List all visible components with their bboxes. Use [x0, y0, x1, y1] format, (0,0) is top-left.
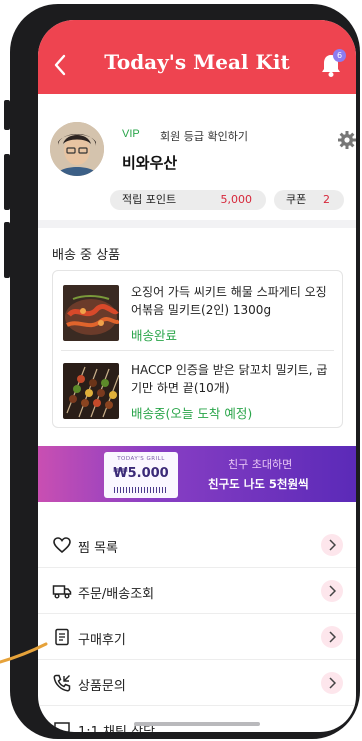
product-image-seafood [63, 285, 119, 341]
coupon-pill[interactable]: 쿠폰 2 [274, 190, 344, 210]
menu-label: 주문/배송조회 [78, 587, 155, 602]
menu-label: 찜 목록 [78, 541, 119, 556]
points-value: 5,000 [220, 193, 253, 206]
chevron-right-icon [321, 534, 343, 556]
shipping-card: 오징어 가득 씨키트 해물 스파게티 오징어볶음 밀키트(2인) 1300g 배… [52, 270, 343, 428]
app-header: Today's Meal Kit 6 [38, 20, 356, 94]
app-title: Today's Meal Kit [104, 50, 290, 74]
username: 비와우산 [122, 154, 178, 172]
chevron-right-icon [321, 672, 343, 694]
heart-icon [53, 537, 71, 554]
coupon-ticket: TODAY'S GRILL ₩5.000 [104, 452, 178, 498]
ticket-label: TODAY'S GRILL [117, 456, 165, 462]
shipping-item[interactable]: HACCP 인증을 받은 닭꼬치 밀키트, 굽기만 하면 끝(10개) 배송중(… [63, 361, 333, 421]
truck-icon [52, 585, 72, 599]
volume-up-button [4, 154, 10, 210]
shipping-item[interactable]: 오징어 가득 씨키트 해물 스파게티 오징어볶음 밀키트(2인) 1300g 배… [63, 283, 333, 343]
mute-switch [4, 100, 10, 130]
menu-label: 상품문의 [78, 679, 126, 694]
home-indicator [134, 722, 260, 726]
invite-friend-banner[interactable]: TODAY'S GRILL ₩5.000 친구 초대하면 친구도 나도 5천원씩 [38, 446, 356, 502]
grade-check-link[interactable]: 회원 등급 확인하기 [160, 128, 248, 144]
barcode-icon [114, 487, 168, 493]
card-divider [61, 350, 334, 351]
menu-item-reviews[interactable]: 구매후기 [38, 614, 356, 660]
phone-frame: Today's Meal Kit 6 VIP 회원 등급 확인하기 비와우산 적… [4, 4, 360, 739]
decorative-curve [0, 642, 48, 664]
banner-title: 친구도 나도 5천원씩 [208, 477, 309, 491]
tier-badge: VIP [122, 128, 140, 140]
chevron-right-icon [321, 580, 343, 602]
settings-button[interactable] [337, 130, 356, 150]
phone-icon [53, 674, 71, 692]
notification-badge: 6 [333, 49, 346, 62]
chat-icon [54, 722, 70, 732]
avatar-photo [50, 122, 104, 176]
volume-down-button [4, 222, 10, 278]
menu-item-inquiry[interactable]: 상품문의 [38, 660, 356, 706]
coupon-label: 쿠폰 [286, 193, 307, 206]
gear-icon [338, 131, 356, 149]
product-name: 오징어 가득 씨키트 해물 스파게티 오징어볶음 밀키트(2인) 1300g [131, 285, 327, 317]
menu-label: 구매후기 [78, 633, 126, 648]
shipping-section-title: 배송 중 상품 [52, 248, 121, 263]
section-divider [38, 220, 356, 228]
product-status: 배송중(오늘 도착 예정) [131, 406, 253, 421]
menu-item-chat[interactable]: 1:1 채팅 상담 [38, 706, 356, 732]
product-status: 배송완료 [131, 328, 178, 343]
coupon-value: 2 [323, 193, 330, 206]
notifications-button[interactable]: 6 [320, 49, 346, 78]
menu-item-wishlist[interactable]: 찜 목록 [38, 522, 356, 568]
app-screen: Today's Meal Kit 6 VIP 회원 등급 확인하기 비와우산 적… [38, 20, 356, 732]
menu-item-orders[interactable]: 주문/배송조회 [38, 568, 356, 614]
profile-section: VIP 회원 등급 확인하기 비와우산 적립 포인트 5,000 쿠폰 2 [38, 94, 356, 224]
product-name: HACCP 인증을 받은 닭꼬치 밀키트, 굽기만 하면 끝(10개) [131, 363, 328, 395]
ticket-price: ₩5.000 [113, 466, 169, 481]
banner-subtitle: 친구 초대하면 [228, 458, 293, 471]
points-label: 적립 포인트 [122, 193, 177, 206]
avatar[interactable] [50, 122, 104, 176]
points-pill[interactable]: 적립 포인트 5,000 [110, 190, 266, 210]
product-image-skewers [63, 363, 119, 419]
chevron-right-icon [321, 626, 343, 648]
